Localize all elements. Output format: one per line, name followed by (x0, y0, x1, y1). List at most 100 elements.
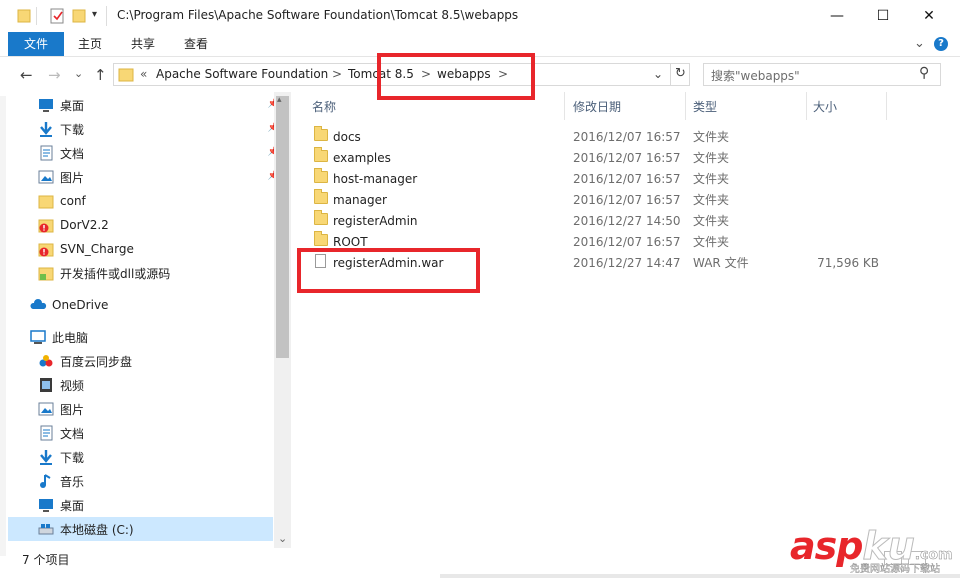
file-type: WAR 文件 (693, 256, 749, 270)
watermark-tagline: 免费网站源码下载站 (850, 564, 940, 575)
help-icon[interactable]: ? (934, 37, 948, 51)
file-date: 2016/12/07 16:57 (573, 150, 681, 165)
column-header-date[interactable]: 修改日期 (573, 98, 621, 115)
sidebar-item-svn-charge[interactable]: SVN_Charge (38, 237, 283, 261)
sidebar-item-label: 图片 (60, 170, 85, 185)
tab-home[interactable]: 主页 (78, 32, 102, 56)
table-row[interactable]: docs 2016/12/07 16:57 文件夹 (305, 126, 895, 147)
sidebar-item-pc-documents[interactable]: 文档 (38, 421, 283, 445)
recent-locations-icon[interactable]: ⌄ (74, 67, 83, 80)
picture-icon (38, 169, 54, 185)
column-divider[interactable] (806, 92, 807, 120)
file-type: 文件夹 (693, 193, 730, 207)
close-button[interactable]: ✕ (906, 0, 952, 32)
sidebar-item-label: 本地磁盘 (C:) (60, 522, 134, 537)
sidebar-item-downloads[interactable]: 下载 📌 (38, 117, 283, 141)
folder-icon (314, 231, 328, 246)
folder-icon (314, 147, 328, 162)
table-row[interactable]: manager 2016/12/07 16:57 文件夹 (305, 189, 895, 210)
folder-icon (314, 210, 328, 225)
refresh-button[interactable]: ↻ (670, 63, 690, 86)
document-icon (38, 425, 54, 441)
sidebar-item-local-disk-c[interactable]: 本地磁盘 (C:) (8, 517, 273, 541)
download-icon (38, 449, 54, 465)
folder-icon (314, 168, 328, 183)
breadcrumb-separator[interactable]: > (332, 67, 342, 81)
file-date: 2016/12/07 16:57 (573, 234, 681, 249)
forward-button[interactable]: → (48, 66, 61, 84)
sidebar-item-pictures[interactable]: 图片 📌 (38, 165, 283, 189)
sidebar-item-label: 桌面 (60, 498, 85, 513)
sidebar-item-conf[interactable]: conf (38, 189, 283, 213)
sidebar-item-pc-desktop[interactable]: 桌面 (38, 493, 283, 517)
sidebar-item-dorv22[interactable]: DorV2.2 (38, 213, 283, 237)
sidebar-item-label: DorV2.2 (60, 218, 109, 232)
download-icon (38, 121, 54, 137)
sidebar-item-label: 音乐 (60, 474, 85, 489)
tab-file[interactable]: 文件 (8, 32, 64, 56)
column-divider[interactable] (685, 92, 686, 120)
highlight-box-war-file (297, 248, 480, 293)
table-row[interactable]: host-manager 2016/12/07 16:57 文件夹 (305, 168, 895, 189)
sidebar-item-this-pc[interactable]: 此电脑 (30, 325, 275, 349)
drive-icon (38, 521, 54, 537)
search-placeholder: 搜索"webapps" (711, 69, 800, 83)
file-type: 文件夹 (693, 151, 730, 165)
folder-icon (314, 189, 328, 204)
sidebar-item-label: conf (60, 194, 86, 208)
sidebar-scrollbar-thumb[interactable] (276, 96, 289, 358)
sidebar-item-label: 视频 (60, 378, 85, 393)
scroll-up-icon[interactable]: ▴ (277, 95, 282, 105)
window-title: C:\Program Files\Apache Software Foundat… (117, 8, 519, 22)
divider (106, 6, 107, 26)
sidebar-item-onedrive[interactable]: OneDrive (30, 293, 275, 317)
table-row[interactable]: registerAdmin 2016/12/27 14:50 文件夹 (305, 210, 895, 231)
file-date: 2016/12/07 16:57 (573, 171, 681, 186)
scroll-down-icon[interactable]: ⌄ (278, 532, 287, 545)
column-divider[interactable] (886, 92, 887, 120)
folder-warning-icon (38, 241, 54, 257)
sidebar-item-label: 文档 (60, 426, 85, 441)
back-button[interactable]: ← (20, 66, 33, 84)
document-icon (38, 145, 54, 161)
breadcrumb-overflow[interactable]: « (140, 67, 147, 81)
column-header-type[interactable]: 类型 (693, 98, 717, 115)
sidebar-item-documents[interactable]: 文档 📌 (38, 141, 283, 165)
table-row[interactable]: examples 2016/12/07 16:57 文件夹 (305, 147, 895, 168)
computer-icon (30, 329, 46, 345)
up-button[interactable]: ↑ (94, 66, 107, 84)
status-item-count: 7 个项目 (22, 553, 70, 567)
properties-icon[interactable] (49, 7, 65, 28)
sidebar-item-plugins[interactable]: 开发插件或dll或源码 (38, 261, 283, 285)
quick-access-dropdown-icon[interactable]: ▾ (92, 9, 97, 20)
sidebar-item-videos[interactable]: 视频 (38, 373, 283, 397)
sidebar-item-baidu-sync[interactable]: 百度云同步盘 (38, 349, 283, 373)
desktop-icon (38, 497, 54, 513)
sidebar-item-music[interactable]: 音乐 (38, 469, 283, 493)
folder-icon (17, 7, 31, 26)
sidebar-item-desktop[interactable]: 桌面 📌 (38, 93, 283, 117)
search-icon[interactable]: ⚲ (919, 65, 929, 81)
file-name: registerAdmin (333, 213, 418, 228)
ribbon-expand-icon[interactable]: ⌄ (914, 36, 925, 51)
address-dropdown-icon[interactable]: ⌄ (653, 67, 663, 81)
cloud-icon (30, 297, 47, 313)
column-divider[interactable] (564, 92, 565, 120)
tab-view[interactable]: 查看 (184, 32, 208, 56)
minimize-button[interactable]: — (814, 0, 860, 32)
desktop-icon (38, 97, 54, 113)
column-header-name[interactable]: 名称 (312, 98, 336, 115)
tab-share[interactable]: 共享 (131, 32, 155, 56)
sidebar-item-label: 文档 (60, 146, 85, 161)
maximize-button[interactable]: ☐ (860, 0, 906, 32)
sidebar-item-pc-downloads[interactable]: 下载 (38, 445, 283, 469)
folder-icon (118, 66, 134, 85)
breadcrumb-apache[interactable]: Apache Software Foundation (156, 67, 328, 81)
sidebar-item-pc-pictures[interactable]: 图片 (38, 397, 283, 421)
sidebar-item-label: 下载 (60, 450, 85, 465)
file-name: manager (333, 192, 387, 207)
file-size: 71,596 KB (817, 255, 879, 270)
column-header-size[interactable]: 大小 (813, 98, 837, 115)
new-folder-icon[interactable] (72, 7, 86, 26)
music-icon (38, 473, 54, 489)
